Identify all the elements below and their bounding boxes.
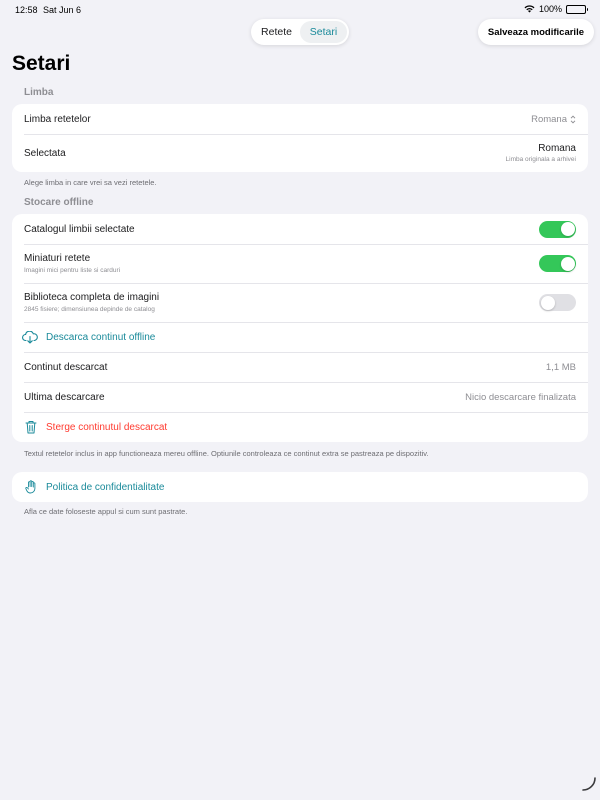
library-label: Biblioteca completa de imagini bbox=[24, 292, 160, 303]
language-card: Limba retetelor Romana Selectata Romana … bbox=[12, 104, 588, 172]
recipe-language-picker[interactable]: Romana bbox=[531, 114, 576, 125]
delete-label: Sterge continutul descarcat bbox=[46, 421, 168, 433]
selected-value-group: Romana Limba originala a arhivei bbox=[506, 143, 576, 163]
selected-subtitle: Limba originala a arhivei bbox=[505, 156, 576, 163]
recipe-language-value: Romana bbox=[531, 113, 567, 125]
catalog-toggle[interactable] bbox=[539, 220, 576, 238]
downloaded-content-row: Continut descarcat 1,1 MB bbox=[12, 352, 588, 382]
thumbnails-toggle[interactable] bbox=[539, 255, 576, 272]
trash-icon bbox=[24, 420, 38, 434]
language-footnote: Alege limba in care vrei sa vezi retetel… bbox=[24, 178, 157, 187]
download-action[interactable]: Descarca continut offline bbox=[22, 330, 156, 344]
status-bar: 12:58 Sat Jun 6 100% bbox=[0, 0, 600, 20]
corner-indicator-icon bbox=[582, 777, 596, 796]
last-download-value: Nicio descarcare finalizata bbox=[465, 391, 576, 403]
section-header-language: Limba bbox=[24, 87, 54, 98]
last-download-label: Ultima descarcare bbox=[24, 391, 105, 403]
page-title: Setari bbox=[12, 52, 71, 75]
catalog-row: Catalogul limbii selectate bbox=[12, 214, 588, 244]
privacy-link[interactable]: Politica de confidentialitate bbox=[24, 480, 164, 494]
selected-value: Romana bbox=[538, 143, 576, 154]
status-date: Sat Jun 6 bbox=[43, 5, 82, 15]
selected-label: Selectata bbox=[24, 147, 66, 159]
offline-card: Catalogul limbii selectate Miniaturi ret… bbox=[12, 214, 588, 442]
status-right: 100% bbox=[524, 4, 588, 14]
thumbnails-subtitle: Imagini mici pentru liste si carduri bbox=[24, 267, 121, 274]
last-download-row: Ultima descarcare Nicio descarcare final… bbox=[12, 382, 588, 412]
thumbnails-text: Miniaturi retete Imagini mici pentru lis… bbox=[24, 253, 120, 274]
privacy-label: Politica de confidentialitate bbox=[46, 481, 165, 493]
save-button[interactable]: Salveaza modificarile bbox=[477, 19, 594, 45]
library-text: Biblioteca completa de imagini 2845 fisi… bbox=[24, 292, 159, 313]
hand-raised-icon bbox=[24, 480, 38, 494]
offline-footnote: Textul retetelor inclus in app functione… bbox=[24, 449, 429, 458]
thumbnails-label: Miniaturi retete bbox=[24, 253, 91, 264]
tab-switcher: Retete Setari bbox=[251, 19, 349, 45]
library-toggle[interactable] bbox=[539, 294, 576, 311]
chevron-up-down-icon bbox=[570, 114, 576, 124]
library-subtitle: 2845 fisiere; dimensiunea depinde de cat… bbox=[24, 306, 155, 313]
tab-retete[interactable]: Retete bbox=[253, 21, 300, 43]
downloaded-value: 1,1 MB bbox=[545, 361, 576, 373]
status-time: 12:58 bbox=[15, 5, 38, 15]
recipe-language-label: Limba retetelor bbox=[24, 113, 91, 125]
download-label: Descarca continut offline bbox=[46, 331, 156, 343]
download-row[interactable]: Descarca continut offline bbox=[12, 322, 588, 352]
privacy-card: Politica de confidentialitate bbox=[12, 472, 588, 502]
delete-row[interactable]: Sterge continutul descarcat bbox=[12, 412, 588, 442]
delete-action[interactable]: Sterge continutul descarcat bbox=[24, 420, 167, 434]
section-header-offline: Stocare offline bbox=[24, 197, 94, 208]
privacy-row[interactable]: Politica de confidentialitate bbox=[12, 472, 588, 502]
catalog-label: Catalogul limbii selectate bbox=[24, 223, 135, 235]
library-row: Biblioteca completa de imagini 2845 fisi… bbox=[12, 283, 588, 322]
cloud-download-icon bbox=[22, 330, 38, 344]
battery-icon bbox=[566, 4, 588, 14]
selected-language-row: Selectata Romana Limba originala a arhiv… bbox=[12, 134, 588, 172]
thumbnails-row: Miniaturi retete Imagini mici pentru lis… bbox=[12, 244, 588, 283]
wifi-icon bbox=[524, 5, 535, 13]
tab-setari[interactable]: Setari bbox=[300, 21, 347, 43]
downloaded-label: Continut descarcat bbox=[24, 361, 108, 373]
recipe-language-row[interactable]: Limba retetelor Romana bbox=[12, 104, 588, 134]
battery-percent: 100% bbox=[538, 4, 562, 14]
privacy-footnote: Afla ce date foloseste appul si cum sunt… bbox=[24, 507, 188, 516]
